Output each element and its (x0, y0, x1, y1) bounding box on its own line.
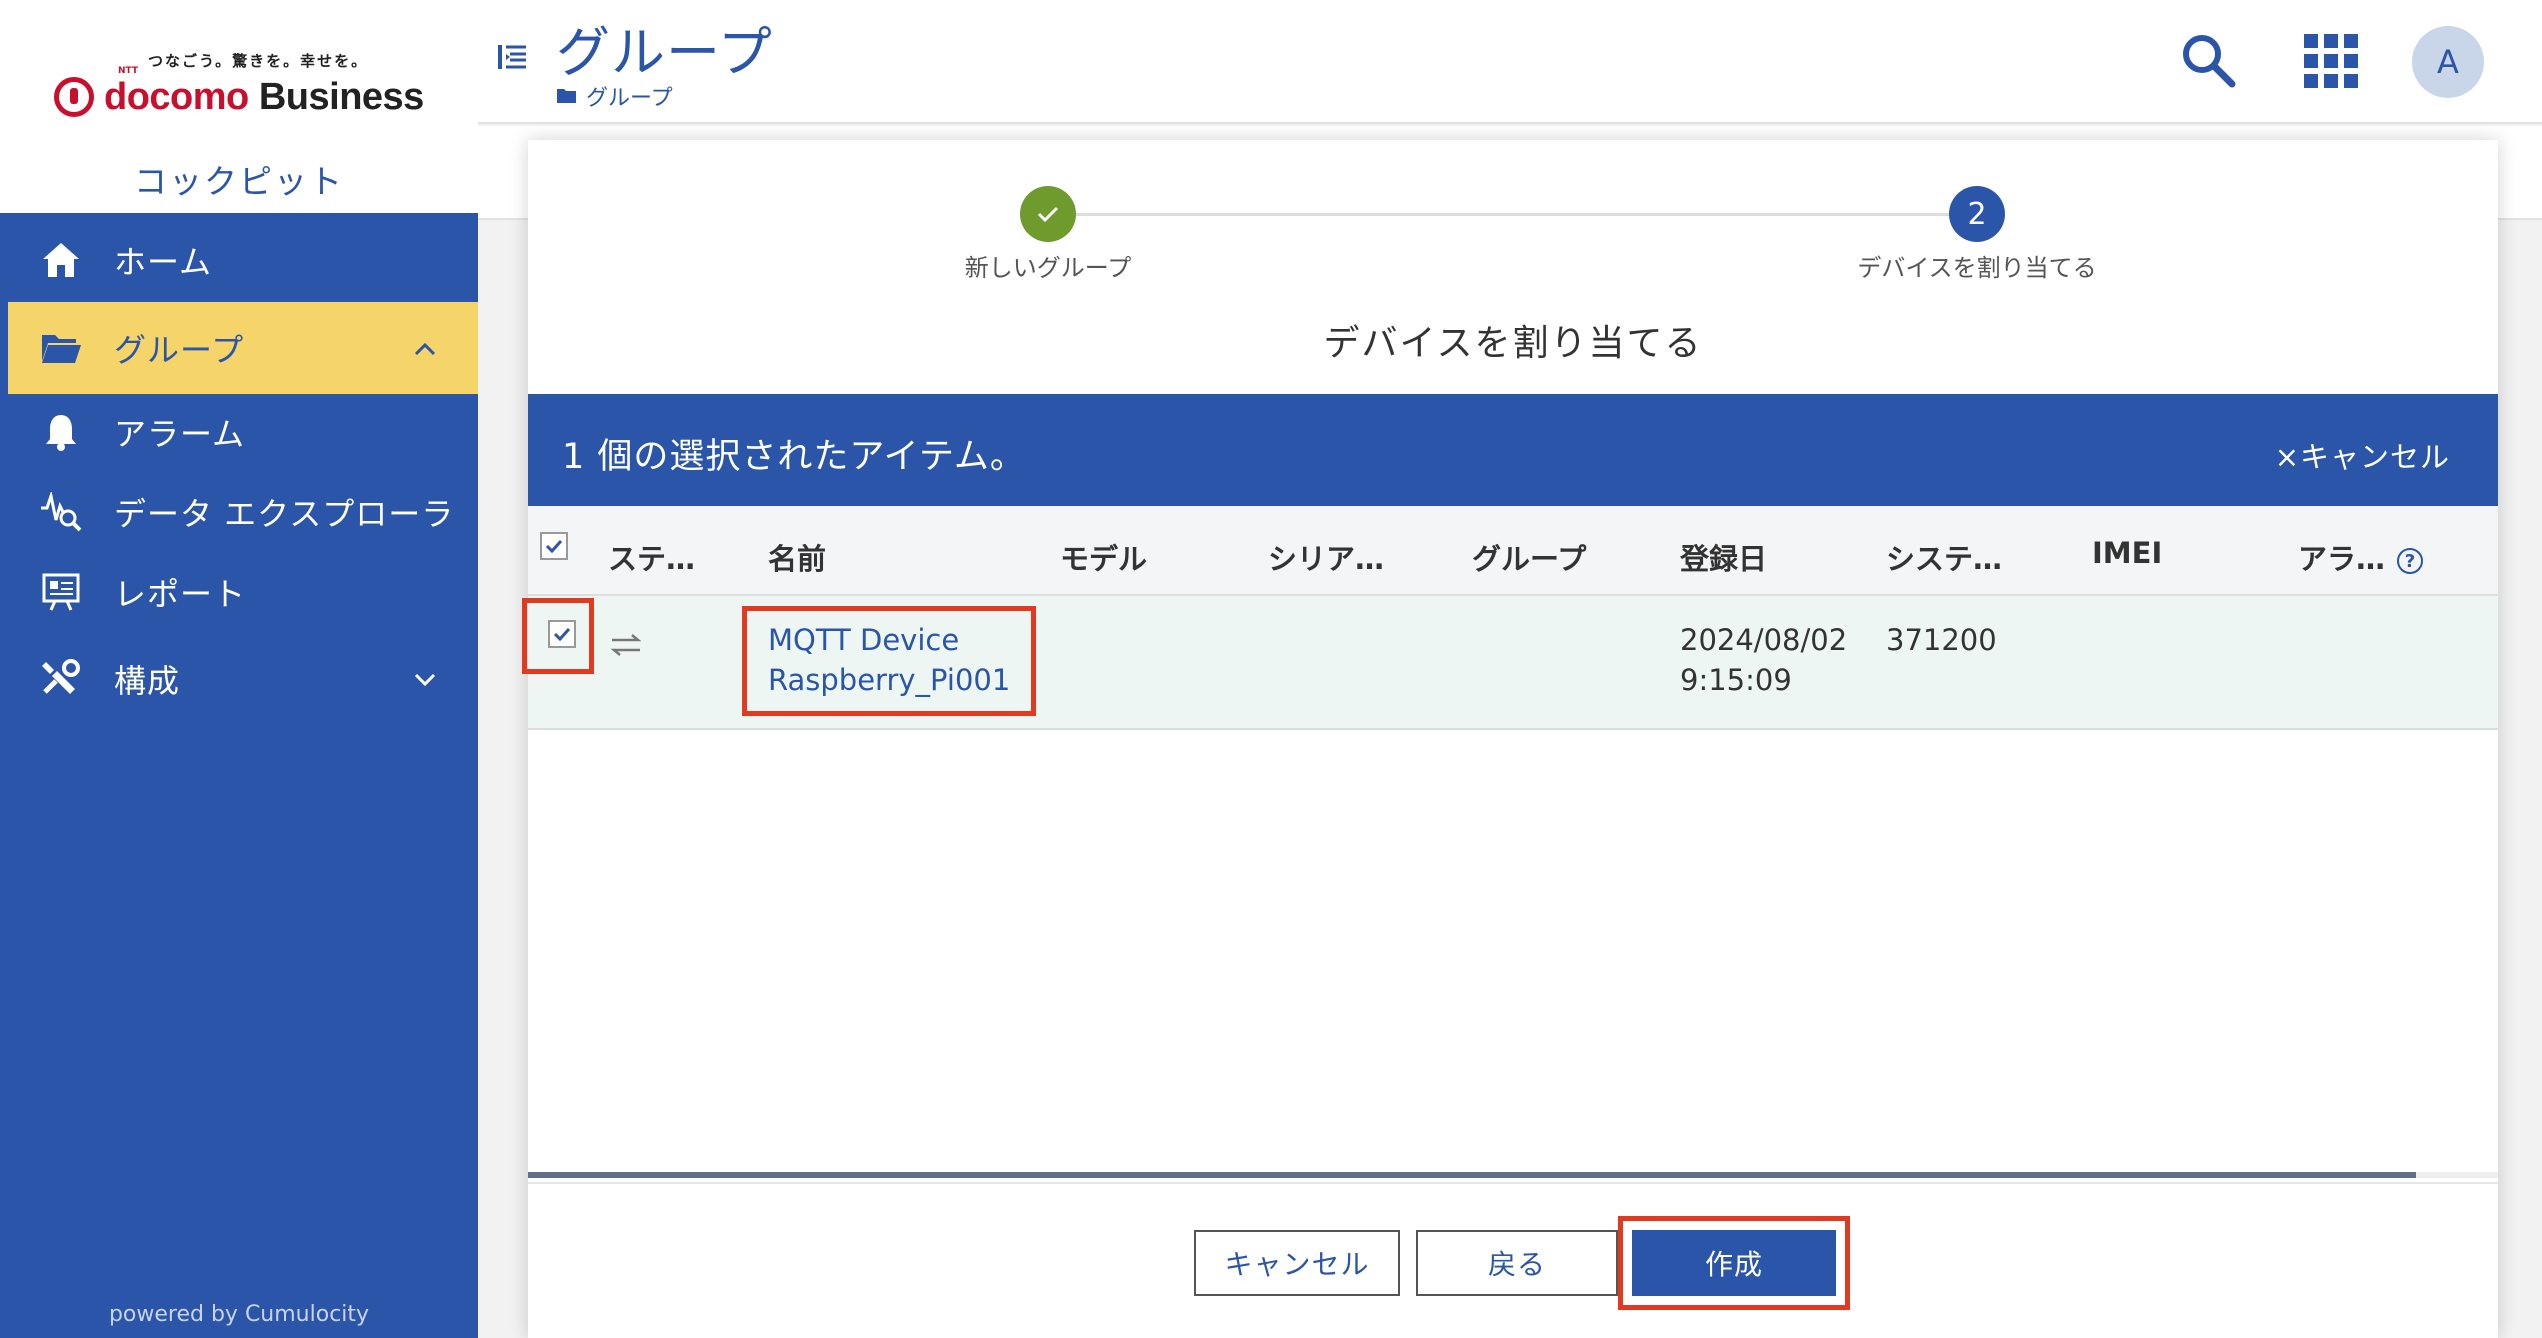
table-row[interactable]: MQTT Device Raspberry_Pi001 2024/08/02 9… (522, 596, 2498, 730)
checkbox-highlight (522, 598, 594, 674)
dialog-title: デバイスを割り当てる (1323, 323, 1703, 364)
chevron-up-icon[interactable] (414, 333, 436, 363)
column-status[interactable]: ステ… (608, 536, 695, 578)
sidebar-item-label: アラーム (114, 415, 246, 453)
assign-devices-dialog: 新しいグループ 2 デバイスを割り当てる デバイスを割り当てる 1 個の選択され… (522, 140, 2498, 1338)
logo-business: Business (258, 75, 424, 118)
docomo-business-logo: docomo Business (54, 72, 424, 122)
system-id: 371200 (1886, 623, 1997, 657)
app-header: グループ グループ A (478, 0, 2542, 124)
select-all-checkbox[interactable] (540, 532, 568, 560)
device-name-highlight (742, 606, 1036, 716)
home-icon (40, 239, 82, 281)
column-group[interactable]: グループ (1472, 536, 1586, 578)
folder-icon (557, 89, 576, 103)
sidebar-item-home[interactable]: ホーム (0, 217, 478, 303)
column-alarms-label: アラ… (2298, 542, 2386, 576)
sidebar-item-label: 構成 (114, 662, 181, 700)
registered-date: 2024/08/02 9:15:09 (1680, 620, 1847, 700)
sidebar-item-configuration[interactable]: 構成 (0, 636, 478, 722)
powered-by: powered by Cumulocity (108, 1302, 370, 1327)
step-2-number: 2 (1949, 186, 2005, 242)
search-icon[interactable] (2178, 30, 2238, 90)
selection-bar: 1 個の選択されたアイテム。 ×キャンセル (528, 394, 2498, 506)
stepper-line (1048, 213, 1978, 216)
logo-text: docomo Business (104, 76, 424, 119)
bell-icon (40, 411, 82, 453)
breadcrumb-item[interactable]: グループ (586, 80, 673, 112)
sidebar-item-groups[interactable]: グループ (0, 302, 478, 394)
sidebar-item-reports[interactable]: レポート (0, 549, 478, 635)
page-title: グループ (556, 21, 773, 84)
sidebar: つなごう。驚きを。幸せを。 NTT docomo Business コックピット… (0, 0, 478, 1338)
registered-date-day: 2024/08/02 (1680, 623, 1848, 657)
column-model[interactable]: モデル (1060, 536, 1147, 578)
step-1-done-check-icon (1020, 186, 1076, 242)
column-system-id[interactable]: システ… (1886, 536, 2002, 578)
wrench-icon (40, 658, 82, 700)
menu-toggle-icon[interactable] (496, 42, 530, 76)
column-registered[interactable]: 登録日 (1680, 536, 1767, 578)
column-name[interactable]: 名前 (768, 536, 826, 578)
report-icon (40, 571, 82, 613)
help-icon[interactable]: ? (2397, 548, 2424, 574)
sidebar-item-data-explorer[interactable]: データ エクスプローラ (0, 469, 478, 555)
selection-cancel-button[interactable]: ×キャンセル (2275, 434, 2450, 476)
selection-count: 1 個の選択されたアイテム。 (562, 437, 1026, 477)
brand-header: つなごう。驚きを。幸せを。 NTT docomo Business コックピット (0, 0, 478, 213)
docomo-logo-mark-icon (54, 77, 94, 117)
folder-icon (40, 327, 82, 369)
registered-date-time: 9:15:09 (1680, 663, 1792, 697)
column-imei[interactable]: IMEI (2092, 536, 2162, 570)
sidebar-item-label: ホーム (114, 243, 213, 281)
app-name: コックピット (134, 162, 344, 201)
app-switcher-icon[interactable] (2304, 34, 2358, 88)
create-button-highlight (1618, 1216, 1850, 1310)
avatar[interactable]: A (2412, 26, 2484, 98)
step-2-label: デバイスを割り当てる (1857, 254, 2097, 282)
sidebar-item-label: データ エクスプローラ (114, 495, 455, 533)
sidebar-item-alarms[interactable]: アラーム (0, 389, 478, 475)
column-alarms[interactable]: アラ…? (2298, 536, 2424, 578)
horizontal-scrollbar-thumb[interactable] (528, 1172, 2416, 1178)
sidebar-item-label: レポート (114, 575, 247, 613)
table-header: ステ… 名前 モデル シリア… グループ 登録日 システ… IMEI アラ…? (528, 506, 2498, 596)
chevron-down-icon[interactable] (414, 664, 436, 694)
breadcrumb[interactable]: グループ (556, 80, 673, 112)
data-explorer-icon (40, 491, 82, 533)
brand-tagline: つなごう。驚きを。幸せを。 (148, 52, 369, 70)
connection-arrows-icon (610, 632, 642, 662)
cancel-button[interactable]: キャンセル (1194, 1230, 1400, 1296)
sidebar-item-label: グループ (114, 331, 245, 369)
step-1-label: 新しいグループ (964, 254, 1132, 282)
column-serial[interactable]: シリア… (1268, 536, 1384, 578)
logo-docomo: docomo (104, 75, 249, 118)
back-button[interactable]: 戻る (1416, 1230, 1618, 1296)
footer-divider (528, 1182, 2498, 1184)
